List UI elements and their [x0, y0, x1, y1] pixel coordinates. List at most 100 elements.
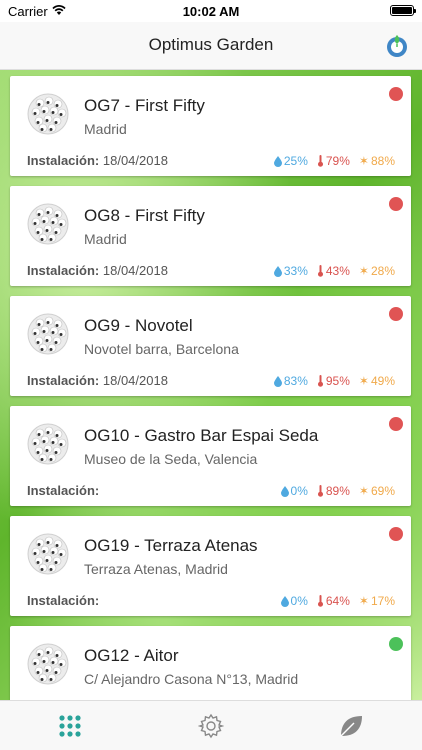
water-drop-icon — [273, 155, 282, 167]
light-value: 49% — [370, 374, 395, 388]
install-date: 18/04/2018 — [102, 373, 168, 388]
battery-icon — [390, 5, 416, 16]
sun-icon: ✶ — [358, 264, 369, 278]
water-drop-icon — [280, 485, 289, 497]
garden-location: C/ Alejandro Casona N°13, Madrid — [84, 671, 299, 687]
planter-icon — [26, 202, 70, 246]
install-label: Instalación: — [27, 593, 100, 608]
garden-location: Museo de la Seda, Valencia — [84, 451, 258, 467]
light-metric: ✶ 17% — [359, 594, 395, 608]
garden-title: OG8 - First Fifty — [84, 206, 205, 225]
planter-icon — [26, 532, 70, 576]
install-info: Instalación: — [27, 593, 99, 608]
tab-leaf[interactable] — [338, 713, 364, 739]
garden-location: Madrid — [84, 231, 127, 247]
thermometer-icon — [317, 595, 323, 607]
planter-icon — [26, 642, 70, 686]
status-indicator — [389, 197, 403, 211]
navigation-bar: Optimus Garden — [0, 22, 422, 70]
light-metric: ✶ 69% — [359, 484, 395, 498]
status-indicator — [389, 87, 403, 101]
install-label: Instalación: — [27, 263, 100, 278]
temperature-metric: 79% — [317, 154, 350, 168]
water-drop-icon — [273, 265, 282, 277]
status-time: 10:02 AM — [182, 4, 240, 19]
humidity-value: 0% — [290, 594, 308, 608]
install-info: Instalación: 18/04/2018 — [27, 263, 168, 278]
garden-card[interactable]: OG19 - Terraza Atenas Terraza Atenas, Ma… — [10, 516, 411, 616]
garden-card[interactable]: OG9 - Novotel Novotel barra, Barcelona I… — [10, 296, 411, 396]
garden-card[interactable]: OG10 - Gastro Bar Espai Seda Museo de la… — [10, 406, 411, 506]
install-info: Instalación: 18/04/2018 — [27, 153, 168, 168]
temperature-metric: 89% — [317, 484, 350, 498]
sun-icon: ✶ — [358, 594, 369, 608]
status-indicator — [389, 307, 403, 321]
temperature-value: 95% — [325, 374, 350, 388]
light-value: 17% — [370, 594, 395, 608]
thermometer-icon — [317, 155, 323, 167]
status-indicator — [389, 637, 403, 651]
light-value: 69% — [370, 484, 395, 498]
humidity-metric: 33% — [273, 264, 308, 278]
install-date: 18/04/2018 — [102, 263, 168, 278]
garden-title: OG9 - Novotel — [84, 316, 193, 335]
thermometer-icon — [317, 265, 323, 277]
light-metric: ✶ 28% — [359, 264, 395, 278]
thermometer-icon — [317, 485, 323, 497]
install-label: Instalación: — [27, 153, 100, 168]
status-indicator — [389, 417, 403, 431]
humidity-value: 33% — [283, 264, 308, 278]
garden-title: OG7 - First Fifty — [84, 96, 205, 115]
humidity-metric: 0% — [280, 594, 308, 608]
install-date: 18/04/2018 — [102, 153, 168, 168]
humidity-metric: 25% — [273, 154, 308, 168]
garden-location: Novotel barra, Barcelona — [84, 341, 239, 357]
sun-icon: ✶ — [358, 374, 369, 388]
install-label: Instalación: — [27, 373, 100, 388]
humidity-value: 0% — [290, 484, 308, 498]
planter-icon — [26, 422, 70, 466]
garden-card[interactable]: OG7 - First Fifty Madrid Instalación: 18… — [10, 76, 411, 176]
humidity-metric: 83% — [273, 374, 308, 388]
water-drop-icon — [273, 375, 282, 387]
garden-location: Terraza Atenas, Madrid — [84, 561, 228, 577]
tab-settings[interactable] — [198, 713, 224, 739]
sensor-metrics: 83% 95% ✶ 49% — [273, 374, 395, 388]
sensor-metrics: 0% 64% ✶ 17% — [280, 594, 395, 608]
planter-icon — [26, 92, 70, 136]
temperature-value: 64% — [325, 594, 350, 608]
page-title: Optimus Garden — [148, 35, 274, 54]
garden-title: OG19 - Terraza Atenas — [84, 536, 258, 555]
sensor-metrics: 33% 43% ✶ 28% — [273, 264, 395, 278]
garden-card[interactable]: OG12 - Aitor C/ Alejandro Casona N°13, M… — [10, 626, 411, 700]
garden-list: OG7 - First Fifty Madrid Instalación: 18… — [0, 70, 422, 700]
temperature-metric: 64% — [317, 594, 350, 608]
install-info: Instalación: — [27, 483, 99, 498]
temperature-value: 79% — [325, 154, 350, 168]
temperature-value: 89% — [325, 484, 350, 498]
app-logo-icon[interactable] — [384, 32, 410, 58]
thermometer-icon — [317, 375, 323, 387]
humidity-value: 25% — [283, 154, 308, 168]
sensor-metrics: 0% 89% ✶ 69% — [280, 484, 395, 498]
install-info: Instalación: 18/04/2018 — [27, 373, 168, 388]
light-metric: ✶ 49% — [359, 374, 395, 388]
tab-bar — [0, 700, 422, 750]
planter-icon — [26, 312, 70, 356]
garden-title: OG10 - Gastro Bar Espai Seda — [84, 426, 319, 445]
temperature-value: 43% — [325, 264, 350, 278]
light-value: 28% — [370, 264, 395, 278]
tab-gardens[interactable] — [57, 713, 83, 739]
humidity-value: 83% — [283, 374, 308, 388]
status-bar: Carrier 10:02 AM — [0, 0, 422, 22]
water-drop-icon — [280, 595, 289, 607]
garden-title: OG12 - Aitor — [84, 646, 179, 665]
sensor-metrics: 25% 79% ✶ 88% — [273, 154, 395, 168]
sun-icon: ✶ — [358, 154, 369, 168]
light-metric: ✶ 88% — [359, 154, 395, 168]
light-value: 88% — [370, 154, 395, 168]
garden-card[interactable]: OG8 - First Fifty Madrid Instalación: 18… — [10, 186, 411, 286]
status-indicator — [389, 527, 403, 541]
temperature-metric: 95% — [317, 374, 350, 388]
humidity-metric: 0% — [280, 484, 308, 498]
